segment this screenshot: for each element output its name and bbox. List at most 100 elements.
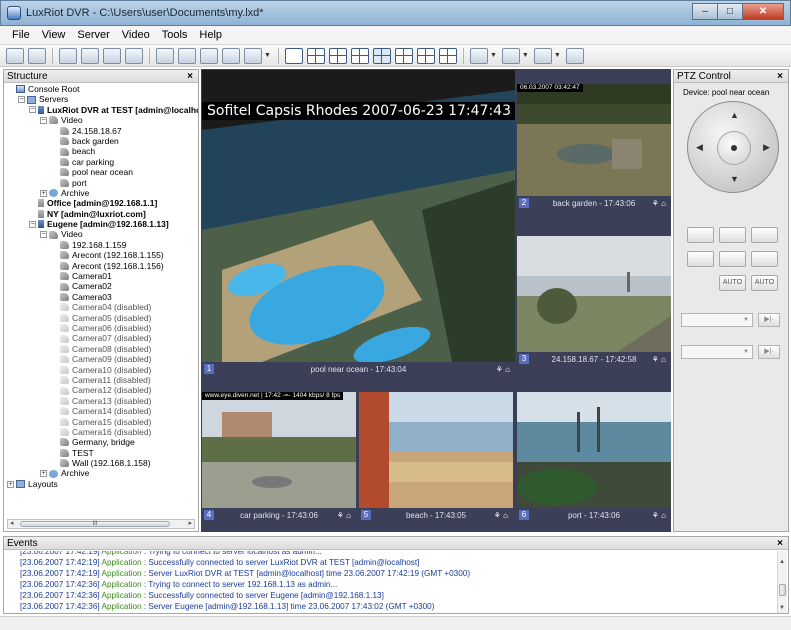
tree-item[interactable]: Arecont (192.168.1.156) <box>4 261 198 271</box>
tree-expander-icon[interactable]: − <box>40 231 47 239</box>
ptz-joystick[interactable]: ▲ ▼ ◀ ▶ <box>687 101 779 193</box>
scroll-thumb[interactable]: III <box>20 521 170 527</box>
grid-1plus7-icon[interactable] <box>394 47 413 64</box>
tree-item[interactable]: 192.168.1.159 <box>4 240 198 250</box>
tree-item[interactable]: Camera07 (disabled) <box>4 333 198 343</box>
focus-icon[interactable] <box>751 227 778 243</box>
structure-close-button[interactable]: × <box>187 71 193 82</box>
tree-item[interactable]: Arecont (192.168.1.155) <box>4 250 198 260</box>
refresh-icon[interactable] <box>200 47 218 64</box>
event-row[interactable]: [23.06.2007 17:42:36] Application : Succ… <box>20 590 780 601</box>
tree-item[interactable]: Camera05 (disabled) <box>4 313 198 323</box>
grid-1plus5-icon[interactable] <box>372 47 391 64</box>
tree-item[interactable]: Camera04 (disabled) <box>4 302 198 312</box>
fullscreen-icon[interactable] <box>156 47 174 64</box>
tree-expander-icon[interactable]: − <box>29 106 36 114</box>
events-close-button[interactable]: × <box>777 538 783 549</box>
minimize-button[interactable]: – <box>692 3 718 20</box>
tree-item[interactable]: NY [admin@luxriot.com] <box>4 209 198 219</box>
scroll-down-icon[interactable]: ▼ <box>779 605 785 611</box>
menu-help[interactable]: Help <box>193 29 228 41</box>
iris-icon[interactable] <box>751 251 778 267</box>
tree-expander-icon[interactable]: − <box>40 116 47 124</box>
tree-item[interactable]: Camera01 <box>4 271 198 281</box>
layout-panel-icon[interactable] <box>125 47 143 64</box>
window-titlebar[interactable]: LuxRiot DVR - C:\Users\user\Documents\my… <box>0 0 791 26</box>
tree-item[interactable]: 24.158.18.67 <box>4 126 198 136</box>
menu-tools[interactable]: Tools <box>156 29 194 41</box>
scroll-up-icon[interactable]: ▲ <box>779 559 785 565</box>
tree-item[interactable]: + Layouts <box>4 479 198 489</box>
tour-icon[interactable] <box>501 47 520 64</box>
tree-expander-icon[interactable]: + <box>40 470 47 478</box>
scroll-right-icon[interactable]: ▸ <box>188 519 192 527</box>
tree-item[interactable]: − Video <box>4 229 198 239</box>
camera-view-ip-camera[interactable]: 24.158.18.67 - 17:42:58 3 ⚘ ⌂ <box>517 236 671 366</box>
tree-item[interactable]: Camera13 (disabled) <box>4 396 198 406</box>
tree-item[interactable]: TEST <box>4 448 198 458</box>
tree-item[interactable]: Camera03 <box>4 292 198 302</box>
wand-icon[interactable] <box>178 47 196 64</box>
grid-4x4-icon[interactable] <box>350 47 369 64</box>
tree-item[interactable]: − Eugene [admin@192.168.1.13] <box>4 219 198 229</box>
grid-3x3-icon[interactable] <box>328 47 347 64</box>
monitor-dropdown-icon[interactable]: ▼ <box>264 52 271 59</box>
grid-custom-icon[interactable] <box>416 47 435 64</box>
focus-far-icon[interactable] <box>719 251 746 267</box>
tree-item[interactable]: − Servers <box>4 94 198 104</box>
camera-view-beach[interactable]: beach - 17:43:05 5 ⚘ ⌂ <box>359 392 513 522</box>
camera-view-car-parking[interactable]: www.eye.diven.net | 17:42 -=- 1404 kbps/… <box>202 392 356 522</box>
monitor-icon[interactable] <box>244 47 262 64</box>
camera-view-back-garden[interactable]: 06.03.2007 03:42:47 back garden - 17:43:… <box>517 84 671 210</box>
save-icon[interactable] <box>28 47 46 64</box>
tree-item[interactable]: Camera14 (disabled) <box>4 406 198 416</box>
tree-expander-icon[interactable]: − <box>18 96 25 104</box>
menu-video[interactable]: Video <box>116 29 156 41</box>
open-icon[interactable] <box>6 47 24 64</box>
tree-item[interactable]: − LuxRiot DVR at TEST [admin@localhost] <box>4 105 198 115</box>
pan-left-icon[interactable]: ◀ <box>696 142 703 153</box>
structure-hscrollbar[interactable]: ◂ III ▸ <box>7 519 195 529</box>
tree-item[interactable]: Camera08 (disabled) <box>4 344 198 354</box>
tree-expander-icon[interactable]: + <box>40 189 47 197</box>
grid-wide-icon[interactable] <box>438 47 457 64</box>
pan-down-icon[interactable]: ▼ <box>730 174 739 184</box>
ptz-close-button[interactable]: × <box>777 71 783 82</box>
event-row[interactable]: [23.06.2007 17:42:19] Application : Succ… <box>20 557 780 568</box>
zoom-tele-icon[interactable] <box>687 227 714 243</box>
events-panel-icon[interactable] <box>103 47 121 64</box>
grid-2x2-icon[interactable] <box>306 47 325 64</box>
motion-dropdown-icon[interactable]: ▼ <box>554 52 561 59</box>
tree-item[interactable]: + Archive <box>4 188 198 198</box>
tree-item[interactable]: − Video <box>4 115 198 125</box>
window-icon[interactable] <box>565 47 584 64</box>
tree-item[interactable]: Germany, bridge <box>4 437 198 447</box>
zoom-wide-icon[interactable] <box>687 251 714 267</box>
tour-dropdown-icon[interactable]: ▼ <box>522 52 529 59</box>
motion-icon[interactable] <box>533 47 552 64</box>
tree-expander-icon[interactable]: − <box>29 220 36 228</box>
ptz-preset-go-button[interactable]: ▶|· <box>758 313 780 327</box>
maximize-button[interactable]: □ <box>717 3 743 20</box>
event-row[interactable]: [23.06.2007 17:42:36] Application : Tryi… <box>20 579 780 590</box>
tree-item[interactable]: pool near ocean <box>4 167 198 177</box>
tree-item[interactable]: back garden <box>4 136 198 146</box>
auto-iris-button[interactable]: AUTO <box>751 275 778 291</box>
auto-focus-button[interactable]: AUTO <box>719 275 746 291</box>
events-vscrollbar[interactable]: ▲ ▼ <box>777 551 787 613</box>
zoom-person-icon[interactable] <box>719 227 746 243</box>
tree-item[interactable]: beach <box>4 146 198 156</box>
tree-item[interactable]: car parking <box>4 157 198 167</box>
edit-icon[interactable] <box>81 47 99 64</box>
tree-item[interactable]: + Archive <box>4 468 198 478</box>
close-button[interactable]: ✕ <box>742 3 784 20</box>
tree-item[interactable]: Camera11 (disabled) <box>4 375 198 385</box>
event-row[interactable]: [23.06.2007 17:42:19] Application : Serv… <box>20 568 780 579</box>
menu-file[interactable]: File <box>6 29 36 41</box>
menu-server[interactable]: Server <box>71 29 115 41</box>
tree-item[interactable]: Office [admin@192.168.1.1] <box>4 198 198 208</box>
notes-icon[interactable] <box>222 47 240 64</box>
pan-up-icon[interactable]: ▲ <box>730 110 739 120</box>
grid-1x1-icon[interactable] <box>284 47 303 64</box>
snapshot-icon[interactable] <box>469 47 488 64</box>
